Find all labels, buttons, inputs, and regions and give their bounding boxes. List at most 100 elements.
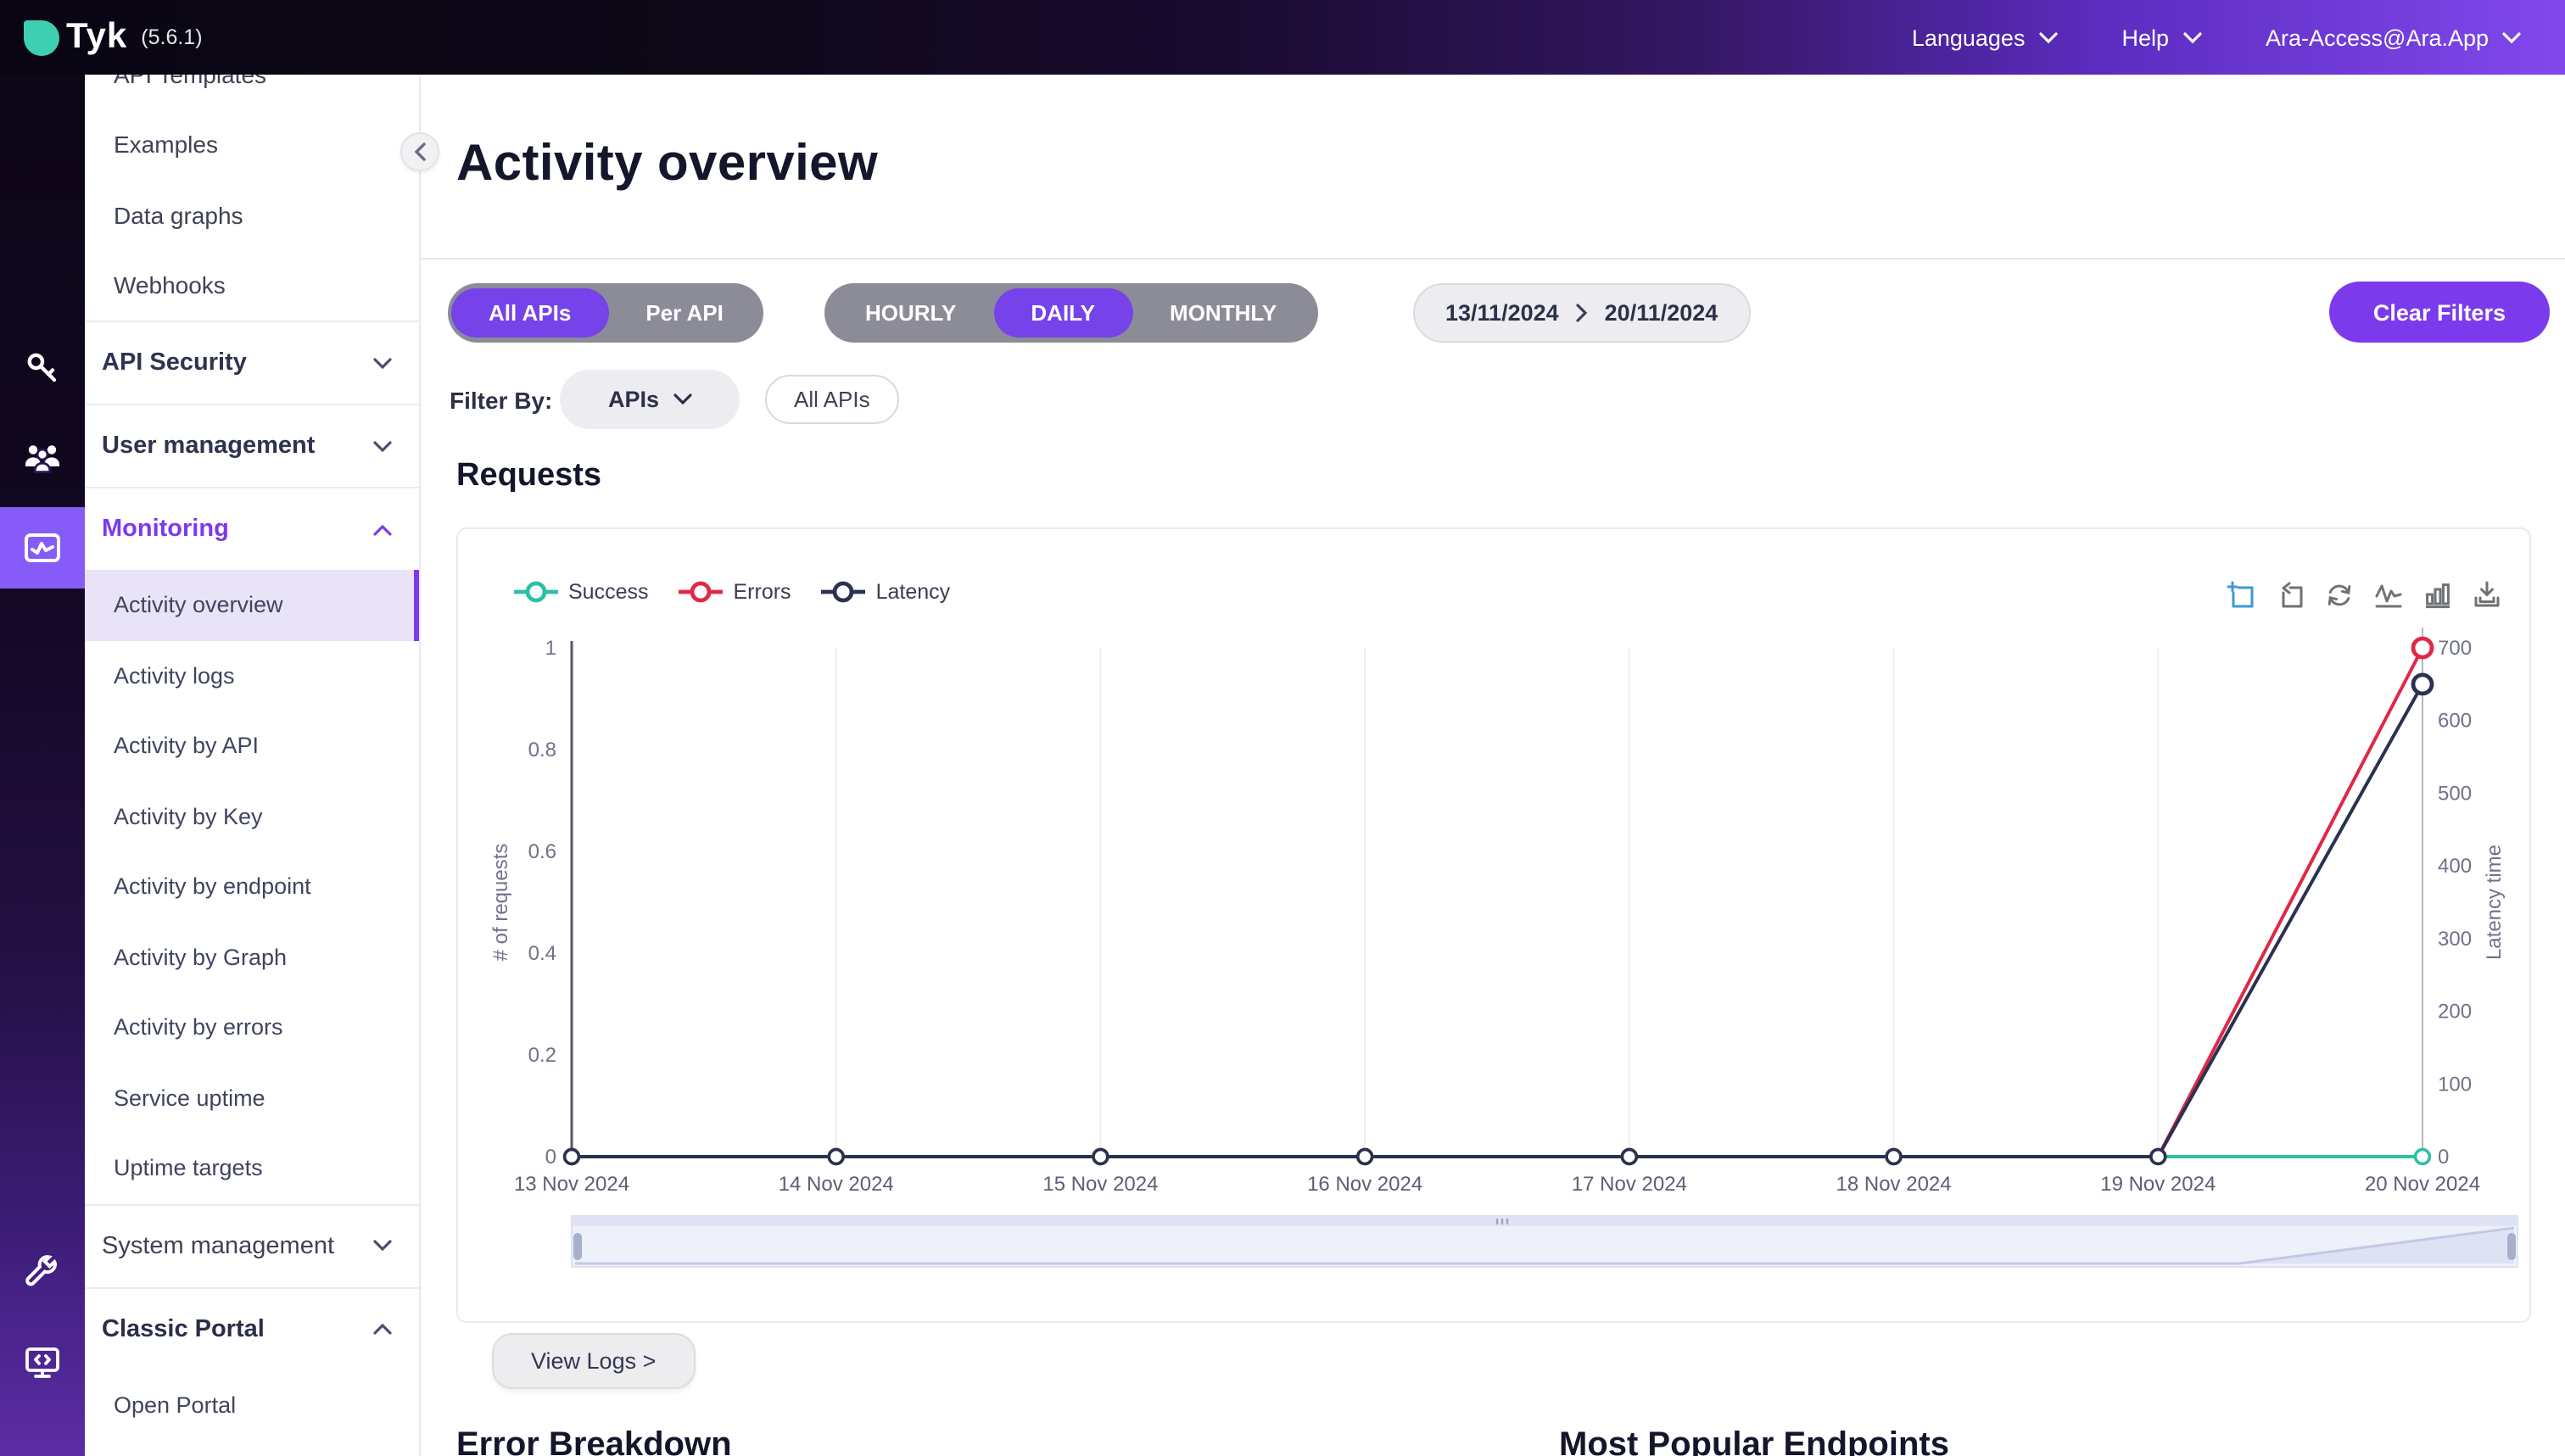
- sidebar-item-api-templates[interactable]: API Templates: [85, 75, 419, 109]
- sidebar-item-activity-overview[interactable]: Activity overview: [85, 570, 419, 640]
- chevron-down-icon: [373, 357, 392, 369]
- svg-text:0: 0: [545, 1146, 556, 1169]
- date-range-picker[interactable]: 13/11/2024 20/11/2024: [1413, 283, 1751, 343]
- date-to: 20/11/2024: [1604, 300, 1718, 326]
- languages-menu[interactable]: Languages: [1912, 25, 2058, 50]
- version-label: (5.6.1): [141, 25, 203, 49]
- granularity-option-daily[interactable]: DAILY: [993, 288, 1133, 338]
- svg-text:18 Nov 2024: 18 Nov 2024: [1836, 1173, 1952, 1196]
- icon-rail: [0, 0, 85, 1456]
- tyk-logo[interactable]: Tyk (5.6.1): [24, 17, 203, 58]
- api-security-rail-item[interactable]: [0, 344, 85, 392]
- header-divider: [421, 258, 2565, 259]
- chevron-down-icon: [2502, 31, 2521, 43]
- account-label: Ara-Access@Ara.App: [2266, 25, 2489, 50]
- svg-text:500: 500: [2438, 782, 2472, 805]
- sidebar-item-activity-by-errors[interactable]: Activity by errors: [85, 992, 419, 1063]
- sidebar: API Templates Examples Data graphs Webhooks…: [85, 75, 421, 1456]
- sidebar-item-activity-logs[interactable]: Activity logs: [85, 640, 419, 711]
- system-management-rail-item[interactable]: [0, 1248, 85, 1296]
- classic-portal-rail-item[interactable]: [0, 1338, 85, 1386]
- sidebar-item-activity-by-api[interactable]: Activity by API: [85, 711, 419, 781]
- app-root: Tyk (5.6.1) Languages Help Ara-Access@Ar…: [0, 0, 2565, 1456]
- svg-text:0.4: 0.4: [528, 942, 556, 965]
- sidebar-section-label: API Security: [102, 349, 247, 377]
- chevron-up-icon: [373, 523, 392, 535]
- help-menu[interactable]: Help: [2121, 25, 2201, 50]
- sidebar-item-data-graphs[interactable]: Data graphs: [85, 180, 419, 250]
- granularity-option-hourly[interactable]: HOURLY: [828, 288, 993, 338]
- sidebar-item-activity-by-key[interactable]: Activity by Key: [85, 781, 419, 851]
- sidebar-item-label: Activity by Key: [114, 803, 263, 829]
- sidebar-section-label: Classic Portal: [102, 1315, 265, 1342]
- svg-text:700: 700: [2438, 637, 2472, 660]
- sidebar-item-label: Examples: [114, 131, 218, 159]
- api-scope-segmented: All APIs Per API: [448, 283, 764, 343]
- monitoring-chart-icon: [25, 533, 60, 562]
- sidebar-item-label: Data graphs: [114, 201, 243, 229]
- svg-text:1: 1: [545, 637, 556, 660]
- svg-text:Latency time: Latency time: [2483, 845, 2506, 960]
- wrench-icon: [25, 1255, 58, 1286]
- chevron-up-icon: [373, 1323, 392, 1335]
- svg-text:300: 300: [2438, 928, 2472, 951]
- filter-value-chip[interactable]: All APIs: [765, 375, 899, 424]
- svg-text:13 Nov 2024: 13 Nov 2024: [514, 1173, 629, 1196]
- svg-text:600: 600: [2438, 710, 2472, 733]
- sidebar-section-api-security[interactable]: API Security: [85, 322, 419, 404]
- datazoom-left-handle[interactable]: [573, 1233, 582, 1260]
- monitoring-rail-item[interactable]: [0, 507, 85, 589]
- sidebar-section-label: Monitoring: [102, 516, 229, 543]
- sidebar-item-open-portal[interactable]: Open Portal: [85, 1370, 419, 1440]
- sidebar-item-settings[interactable]: Settings: [85, 1440, 419, 1456]
- sidebar-item-label: Uptime targets: [114, 1155, 263, 1181]
- filter-type-dropdown[interactable]: APIs: [560, 370, 740, 429]
- chevron-down-icon: [2038, 31, 2058, 43]
- chevron-down-icon: [373, 440, 392, 452]
- requests-section-title: Requests: [456, 458, 602, 494]
- users-icon: [25, 445, 59, 473]
- svg-text:# of requests: # of requests: [489, 844, 512, 962]
- main-content: Activity overview All APIs Per API HOURLY…: [400, 75, 2565, 1456]
- svg-text:400: 400: [2438, 855, 2472, 878]
- requests-line-chart[interactable]: 0 0.2 0.4 0.6 0.8 1 0 100 200 300 400 500 600 700 # of…: [458, 529, 2533, 1325]
- scope-option-all-apis[interactable]: All APIs: [451, 288, 609, 338]
- sidebar-item-examples[interactable]: Examples: [85, 109, 419, 180]
- error-breakdown-title: Error Breakdown: [456, 1426, 732, 1456]
- clear-filters-button[interactable]: Clear Filters: [2328, 282, 2550, 343]
- granularity-option-monthly[interactable]: MONTHLY: [1132, 288, 1314, 338]
- sidebar-section-classic-portal[interactable]: Classic Portal: [85, 1288, 419, 1370]
- page-title: Activity overview: [456, 136, 879, 192]
- tyk-leaf-icon: [24, 20, 59, 55]
- sidebar-item-label: API Templates: [114, 75, 266, 88]
- svg-text:0.6: 0.6: [528, 840, 556, 863]
- key-icon: [27, 353, 57, 382]
- sidebar-section-monitoring[interactable]: Monitoring: [85, 488, 419, 570]
- sidebar-section-system-management[interactable]: System management: [85, 1205, 419, 1286]
- granularity-segmented: HOURLY DAILY MONTHLY: [824, 283, 1318, 343]
- sidebar-collapse-button[interactable]: [400, 132, 439, 171]
- sidebar-item-service-uptime[interactable]: Service uptime: [85, 1063, 419, 1133]
- svg-text:15 Nov 2024: 15 Nov 2024: [1042, 1173, 1158, 1196]
- sidebar-item-activity-by-graph[interactable]: Activity by Graph: [85, 922, 419, 992]
- user-management-rail-item[interactable]: [0, 434, 85, 482]
- scope-option-per-api[interactable]: Per API: [608, 288, 761, 338]
- sidebar-item-activity-by-endpoint[interactable]: Activity by endpoint: [85, 851, 419, 922]
- sidebar-section-user-management[interactable]: User management: [85, 405, 419, 487]
- svg-text:17 Nov 2024: 17 Nov 2024: [1572, 1173, 1687, 1196]
- chevron-down-icon: [373, 1240, 392, 1252]
- sidebar-item-label: Activity by errors: [114, 1014, 283, 1040]
- filter-value-label: All APIs: [794, 387, 870, 412]
- logo-text: Tyk: [66, 17, 128, 56]
- sidebar-item-uptime-targets[interactable]: Uptime targets: [85, 1133, 419, 1203]
- view-logs-button[interactable]: View Logs >: [492, 1333, 696, 1389]
- filter-type-value: APIs: [607, 387, 659, 412]
- datazoom-right-handle[interactable]: [2507, 1233, 2516, 1260]
- help-label: Help: [2121, 25, 2169, 50]
- account-menu[interactable]: Ara-Access@Ara.App: [2266, 25, 2521, 50]
- sidebar-item-webhooks[interactable]: Webhooks: [85, 250, 419, 321]
- svg-text:16 Nov 2024: 16 Nov 2024: [1307, 1173, 1422, 1196]
- languages-label: Languages: [1911, 25, 2026, 50]
- date-from: 13/11/2024: [1445, 300, 1559, 326]
- chevron-down-icon: [2182, 31, 2201, 43]
